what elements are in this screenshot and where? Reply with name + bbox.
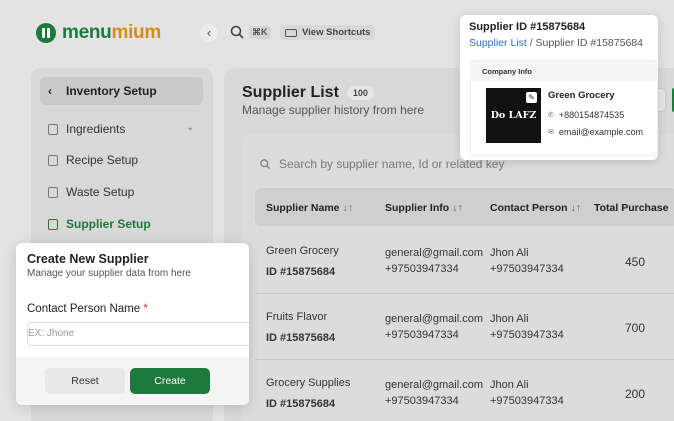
sidebar-title: Inventory Setup (66, 84, 157, 98)
company-email-row: ✉ email@example.com (548, 127, 643, 137)
trash-icon (48, 186, 58, 198)
sidebar-item-label: Ingredients (66, 122, 126, 136)
supplier-email: general@gmail.com (385, 379, 483, 391)
logo-text-suffix: mium (111, 22, 161, 43)
logo-icon (36, 23, 56, 43)
phone-icon: ✆ (548, 112, 554, 119)
company-info-label: Company Info (470, 61, 658, 81)
supplier-name: Grocery Supplies (266, 377, 351, 389)
column-header-total-purchase[interactable]: Total Purchase (594, 202, 669, 214)
contact-person-label-text: Contact Person Name (27, 303, 141, 315)
chevron-down-icon[interactable]: ⌄ (186, 122, 194, 133)
sidebar-item-ingredients[interactable]: Ingredients (48, 122, 125, 136)
sidebar-item-label: Supplier Setup (66, 217, 151, 231)
total-purchase-value: 700 (625, 321, 646, 335)
supplier-name: Fruits Flavor (266, 311, 328, 323)
sidebar-item-supplier-setup[interactable]: Supplier Setup (48, 217, 151, 231)
sort-icon[interactable]: ↓↑ (452, 202, 463, 214)
contact-phone: +97503947334 (490, 329, 564, 341)
supplier-phone: +97503947334 (385, 395, 459, 407)
table-cell-contact-person: Jhon Ali +97503947334 (490, 245, 564, 277)
table-cell-supplier-name: Green Grocery ID #15875684 (266, 243, 339, 280)
company-name: Green Grocery (548, 90, 615, 101)
page-title: Supplier List 100 (242, 84, 374, 102)
table-cell-supplier-info: general@gmail.com +97503947334 (385, 377, 483, 409)
sidebar-item-label: Waste Setup (66, 185, 135, 199)
contact-name: Jhon Ali (490, 247, 529, 259)
clipboard-icon (48, 123, 58, 135)
breadcrumb-link-supplier-list[interactable]: Supplier List (469, 37, 527, 49)
chevron-left-icon: ‹ (48, 84, 52, 98)
supplier-phone: +97503947334 (385, 329, 459, 341)
sidebar-header[interactable]: ‹ Inventory Setup (40, 77, 203, 105)
view-shortcuts-button[interactable]: View Shortcuts (280, 25, 376, 40)
row-divider (255, 293, 674, 294)
supplier-email: general@gmail.com (385, 313, 483, 325)
popup-title: Supplier ID #15875684 (469, 21, 586, 33)
supplier-count-badge: 100 (346, 86, 374, 100)
supplier-email: general@gmail.com (385, 247, 483, 259)
back-button[interactable]: ‹ (200, 24, 218, 42)
modal-title: Create New Supplier (27, 252, 149, 266)
search-icon (260, 159, 270, 169)
total-purchase-value: 450 (625, 255, 646, 269)
app-logo[interactable]: menumium (36, 22, 161, 44)
contact-person-field[interactable] (28, 328, 249, 339)
contact-person-field-wrapper (27, 322, 249, 346)
sidebar-item-waste-setup[interactable]: Waste Setup (48, 185, 134, 199)
search-shortcut-badge: ⌘K (249, 26, 271, 39)
modal-subtitle: Manage your supplier data from here (27, 268, 191, 279)
company-email: email@example.com (558, 127, 644, 137)
table-cell-supplier-info: general@gmail.com +97503947334 (385, 245, 483, 277)
column-header-supplier-name[interactable]: Supplier Name ↓↑ (266, 202, 353, 214)
create-button[interactable]: Create (130, 368, 210, 394)
contact-name: Jhon Ali (490, 313, 529, 325)
contact-phone: +97503947334 (490, 263, 564, 275)
supplier-id: ID #15875684 (266, 266, 336, 278)
breadcrumb-current: Supplier ID #15875684 (535, 37, 643, 49)
breadcrumb-separator: / (526, 37, 536, 49)
table-cell-supplier-name: Grocery Supplies ID #15875684 (266, 375, 350, 412)
company-phone-row: ✆ +880154874535 (548, 110, 624, 120)
column-header-contact-person[interactable]: Contact Person ↓↑ (490, 202, 581, 214)
reset-button[interactable]: Reset (45, 368, 125, 394)
contact-person-label: Contact Person Name * (27, 303, 148, 315)
view-shortcuts-label: View Shortcuts (302, 27, 371, 38)
supplier-id: ID #15875684 (266, 332, 336, 344)
table-cell-supplier-name: Fruits Flavor ID #15875684 (266, 309, 335, 346)
sort-icon[interactable]: ↓↑ (571, 202, 582, 214)
edit-logo-icon[interactable]: ✎ (526, 92, 537, 103)
breadcrumb: Supplier List / Supplier ID #15875684 (469, 37, 643, 49)
search-icon[interactable] (229, 24, 245, 40)
logo-text-prefix: menu (62, 22, 112, 43)
sidebar-item-label: Recipe Setup (66, 153, 139, 167)
total-purchase-value: 200 (625, 387, 646, 401)
page-subtitle: Manage supplier history from here (242, 103, 425, 117)
sort-icon[interactable]: ↓↑ (342, 202, 353, 214)
table-cell-contact-person: Jhon Ali +97503947334 (490, 311, 564, 343)
column-header-supplier-info[interactable]: Supplier Info ↓↑ (385, 202, 463, 214)
keyboard-icon (285, 28, 297, 37)
table-cell-contact-person: Jhon Ali +97503947334 (490, 377, 564, 409)
recipe-icon (48, 154, 58, 166)
supplier-id: ID #15875684 (266, 398, 336, 410)
contact-name: Jhon Ali (490, 379, 529, 391)
contact-phone: +97503947334 (490, 395, 564, 407)
company-phone: +880154874535 (558, 110, 625, 120)
table-cell-supplier-info: general@gmail.com +97503947334 (385, 311, 483, 343)
supplier-icon (48, 218, 58, 230)
supplier-phone: +97503947334 (385, 263, 459, 275)
supplier-name: Green Grocery (266, 245, 339, 257)
row-divider (255, 359, 674, 360)
required-mark: * (143, 303, 148, 315)
mail-icon: ✉ (548, 129, 554, 136)
page-title-text: Supplier List (242, 84, 339, 101)
sidebar-item-recipe-setup[interactable]: Recipe Setup (48, 153, 138, 167)
